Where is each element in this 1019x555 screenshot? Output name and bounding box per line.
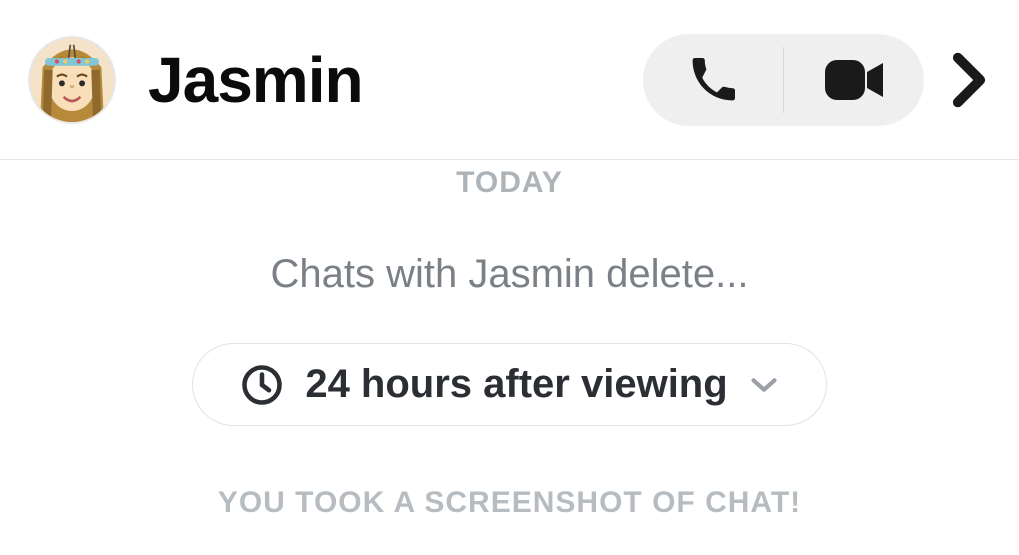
contact-name[interactable]: Jasmin (148, 43, 643, 117)
phone-icon (689, 56, 737, 104)
chevron-right-icon (952, 52, 986, 108)
audio-call-button[interactable] (643, 34, 783, 126)
chevron-down-icon (750, 376, 778, 394)
video-call-button[interactable] (784, 34, 924, 126)
profile-details-button[interactable] (939, 52, 999, 108)
call-buttons (643, 34, 924, 126)
delete-info-text: Chats with Jasmin delete... (0, 252, 1019, 297)
clock-icon (241, 364, 283, 406)
contact-avatar[interactable] (28, 36, 116, 124)
avatar-bitmoji (30, 38, 114, 122)
day-separator: TODAY (0, 166, 1019, 200)
retention-setting-button[interactable]: 24 hours after viewing (192, 343, 826, 426)
video-icon (825, 60, 883, 100)
screenshot-notice: YOU TOOK A SCREENSHOT OF CHAT! (0, 486, 1019, 520)
chat-content: TODAY Chats with Jasmin delete... 24 hou… (0, 160, 1019, 520)
retention-label: 24 hours after viewing (305, 362, 727, 407)
chat-header: Jasmin (0, 0, 1019, 160)
